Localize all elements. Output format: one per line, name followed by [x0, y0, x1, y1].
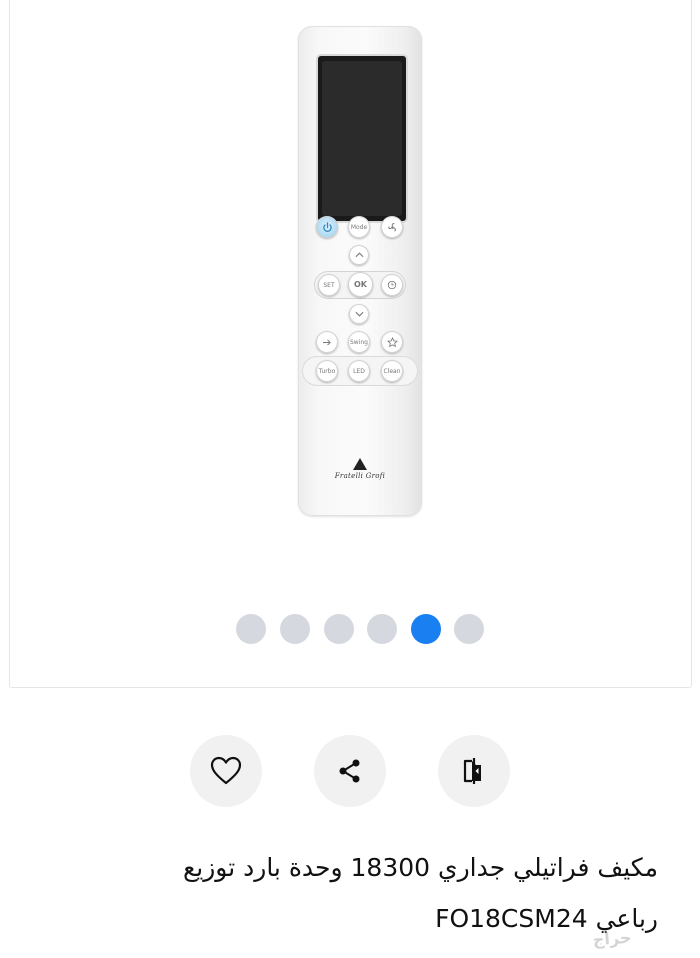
- share-button[interactable]: [314, 735, 386, 807]
- listing-title-line-1: مكيف فراتيلي جداري 18300 وحدة بارد توزيع: [182, 853, 658, 882]
- pagination-dot[interactable]: [324, 614, 354, 644]
- remote-down-button-image: [349, 304, 369, 324]
- remote-ok-button-image: OK: [348, 272, 373, 297]
- compare-button[interactable]: [438, 735, 510, 807]
- remote-star-button-image: [381, 331, 403, 353]
- remote-power-button-image: [316, 216, 338, 238]
- pagination-dot-active[interactable]: [411, 614, 441, 644]
- remote-swing-button-image: Swing: [348, 331, 370, 353]
- pagination-dot[interactable]: [367, 614, 397, 644]
- remote-mode-button-image: Mode: [348, 216, 370, 238]
- share-icon: [339, 759, 360, 783]
- favorite-button[interactable]: [190, 735, 262, 807]
- pagination-dot[interactable]: [280, 614, 310, 644]
- compare-icon: [463, 758, 481, 784]
- image-gallery[interactable]: Mode SET OK Swing Turbo LED Clean Fratel…: [9, 0, 692, 688]
- heart-icon: [210, 756, 242, 785]
- remote-brand-logo: Fratelli Grofi: [298, 458, 422, 480]
- remote-clean-button-image: Clean: [381, 360, 403, 382]
- pagination-dot[interactable]: [454, 614, 484, 644]
- remote-set-button-image: SET: [318, 274, 340, 296]
- pagination-dot[interactable]: [236, 614, 266, 644]
- remote-fan-button-image: [381, 216, 403, 238]
- remote-turbo-button-image: Turbo: [316, 360, 338, 382]
- product-image-remote-control: Mode SET OK Swing Turbo LED Clean Fratel…: [298, 26, 422, 516]
- remote-display: [316, 54, 408, 223]
- remote-timer-button-image: [381, 274, 403, 296]
- remote-up-button-image: [349, 245, 369, 265]
- remote-direction-button-image: [316, 331, 338, 353]
- remote-led-button-image: LED: [348, 360, 370, 382]
